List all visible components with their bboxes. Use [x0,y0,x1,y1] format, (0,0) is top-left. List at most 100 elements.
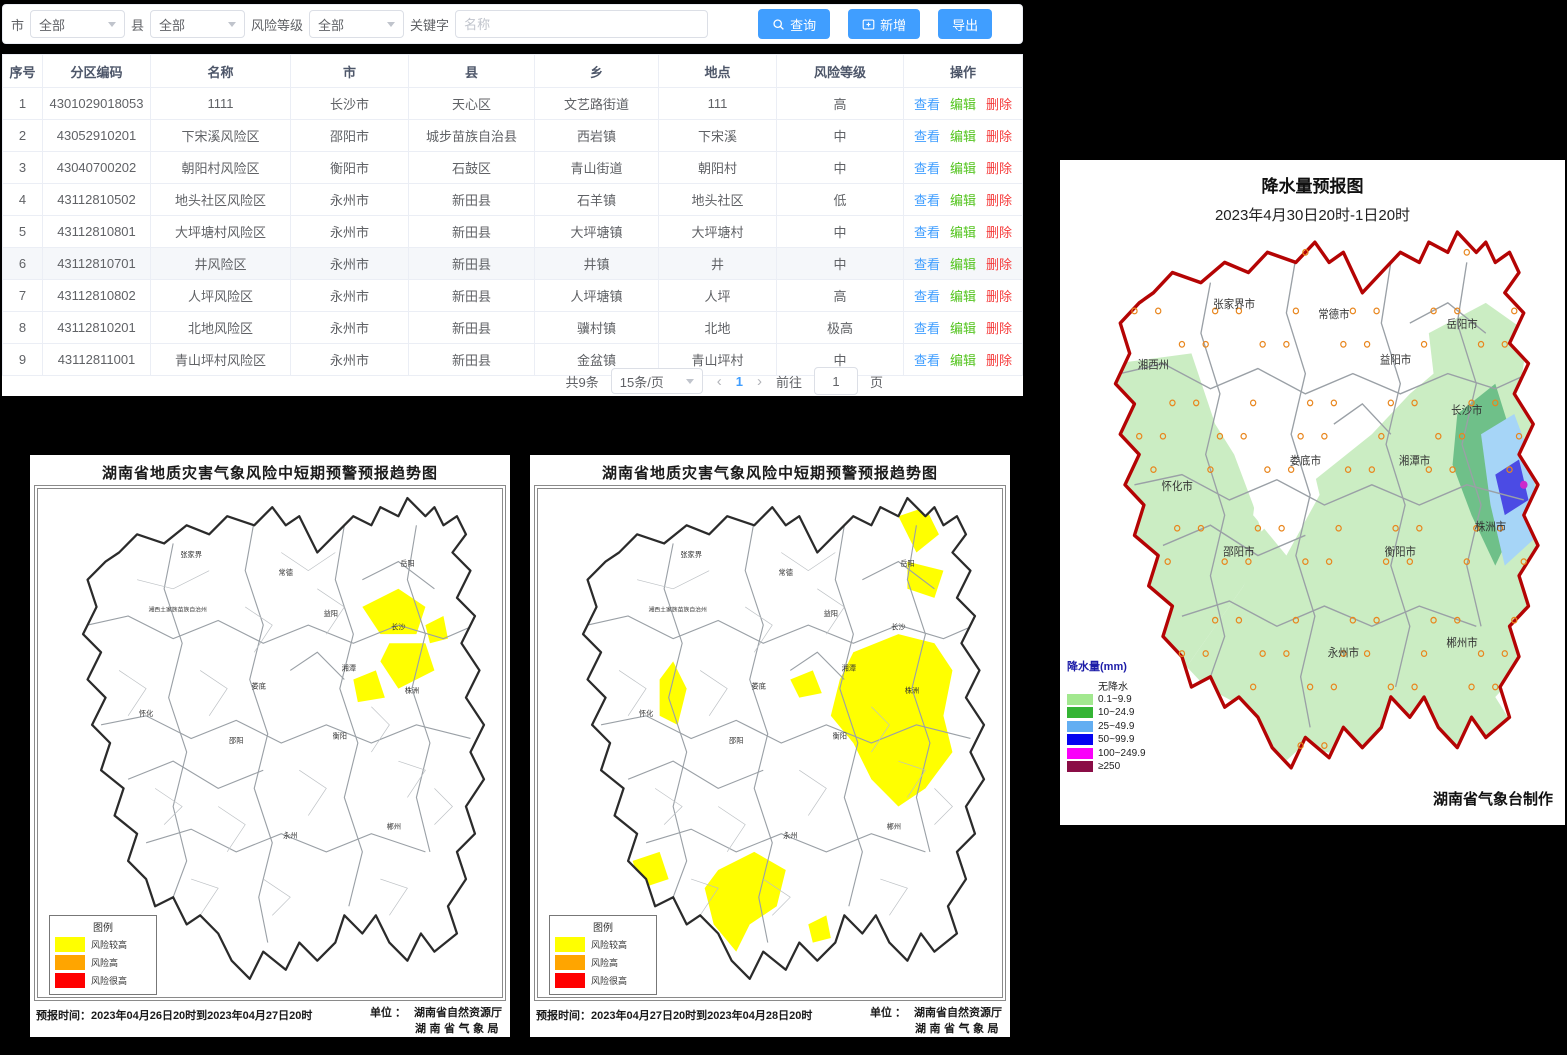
risk-level-select[interactable]: 全部 [309,10,404,38]
table-row[interactable]: 243052910201下宋溪风险区邵阳市城步苗族自治县西岩镇下宋溪中查看编辑删… [3,120,1023,152]
view-link[interactable]: 查看 [914,193,940,208]
cell-city: 长沙市 [291,88,409,120]
cell-seq: 8 [3,312,43,344]
edit-link[interactable]: 编辑 [950,129,976,144]
region-label: 株洲 [405,686,419,695]
rain-area-100-250 [1520,481,1528,489]
delete-link[interactable]: 删除 [986,289,1012,304]
next-page-button[interactable]: › [755,373,764,390]
table-row[interactable]: 443112810502地头社区风险区永州市新田县石羊镇地头社区低查看编辑删除 [3,184,1023,216]
cell-county: 新田县 [409,248,535,280]
view-link[interactable]: 查看 [914,225,940,240]
view-link[interactable]: 查看 [914,97,940,112]
view-link[interactable]: 查看 [914,129,940,144]
city-label: 湘潭市 [1399,454,1431,467]
region-label: 郴州 [887,822,901,831]
county-select[interactable]: 全部 [150,10,245,38]
table-header-row: 序号分区编码名称市县乡地点风险等级操作 [3,55,1023,88]
edit-link[interactable]: 编辑 [950,321,976,336]
cell-seq: 7 [3,280,43,312]
region-label: 岳阳 [900,559,914,568]
edit-link[interactable]: 编辑 [950,161,976,176]
view-link[interactable]: 查看 [914,289,940,304]
delete-link[interactable]: 删除 [986,161,1012,176]
goto-page-input[interactable] [814,367,858,395]
cell-code: 43112810701 [43,248,151,280]
city-select[interactable]: 全部 [30,10,125,38]
cell-county: 天心区 [409,88,535,120]
cell-name: 人坪风险区 [151,280,291,312]
region-label: 郴州 [387,822,401,831]
export-button[interactable]: 导出 [938,9,992,39]
current-page[interactable]: 1 [736,374,743,389]
cell-seq: 3 [3,152,43,184]
edit-link[interactable]: 编辑 [950,193,976,208]
legend-label: 风险较高 [91,938,127,951]
city-label: 长沙市 [1451,404,1483,417]
city-label: 衡阳市 [1385,545,1417,558]
column-header: 县 [409,55,535,88]
table-row[interactable]: 843112810201北地风险区永州市新田县骥村镇北地极高查看编辑删除 [3,312,1023,344]
view-link[interactable]: 查看 [914,161,940,176]
chevron-down-icon [387,22,395,27]
column-header: 名称 [151,55,291,88]
precip-map-title: 降水量预报图 [1060,172,1565,197]
cell-town: 青山街道 [535,152,659,184]
region-label: 永州 [283,831,297,840]
cell-risk: 高 [777,88,904,120]
table-row[interactable]: 143010290180531111长沙市天心区文艺路街道111高查看编辑删除 [3,88,1023,120]
city-label: 邵阳市 [1223,545,1255,558]
edit-link[interactable]: 编辑 [950,289,976,304]
edit-link[interactable]: 编辑 [950,225,976,240]
keyword-input[interactable] [455,10,708,38]
risk-level-select-value: 全部 [318,15,344,34]
cell-city: 永州市 [291,248,409,280]
page-unit-label: 页 [870,372,883,391]
cell-place: 下宋溪 [659,120,777,152]
city-label: 常德市 [1318,308,1350,321]
column-header: 市 [291,55,409,88]
cell-code: 43112810801 [43,216,151,248]
delete-link[interactable]: 删除 [986,97,1012,112]
legend-label: 风险较高 [591,938,627,951]
delete-link[interactable]: 删除 [986,129,1012,144]
unit-label: 单位 ： [370,1004,406,1034]
edit-link[interactable]: 编辑 [950,97,976,112]
precip-legend-title: 降水量(mm) [1067,658,1182,674]
cell-place: 人坪 [659,280,777,312]
region-label: 湘西土家族苗族自治州 [648,605,707,613]
delete-link[interactable]: 删除 [986,257,1012,272]
trend-map-card-2: 湖南省地质灾害气象风险中短期预警预报趋势图 湘西土家族苗族自治州张家界常德岳阳益… [530,455,1010,1037]
legend-swatch [555,955,585,970]
region-label: 岳阳 [400,559,414,568]
table-row[interactable]: 543112810801大坪塘村风险区永州市新田县大坪塘镇大坪塘村中查看编辑删除 [3,216,1023,248]
cell-place: 朝阳村 [659,152,777,184]
page-size-select[interactable]: 15条/页 [611,368,703,394]
delete-link[interactable]: 删除 [986,321,1012,336]
region-label: 永州 [783,831,797,840]
prev-page-button[interactable]: ‹ [715,373,724,390]
cell-town: 骥村镇 [535,312,659,344]
city-label: 永州市 [1328,646,1360,659]
table-row[interactable]: 343040700202朝阳村风险区衡阳市石鼓区青山街道朝阳村中查看编辑删除 [3,152,1023,184]
legend-item: 风险较高 [555,937,651,952]
cell-place: 井 [659,248,777,280]
table-row[interactable]: 643112810701井风险区永州市新田县井镇井中查看编辑删除 [3,248,1023,280]
view-link[interactable]: 查看 [914,321,940,336]
cell-place: 北地 [659,312,777,344]
region-label: 邵阳 [729,736,743,745]
cell-seq: 2 [3,120,43,152]
edit-link[interactable]: 编辑 [950,257,976,272]
delete-link[interactable]: 删除 [986,193,1012,208]
cell-city: 永州市 [291,184,409,216]
cell-risk: 中 [777,216,904,248]
add-button[interactable]: 新增 [848,9,920,39]
search-button[interactable]: 查询 [758,9,830,39]
view-link[interactable]: 查看 [914,257,940,272]
table-row[interactable]: 743112810802人坪风险区永州市新田县人坪塘镇人坪高查看编辑删除 [3,280,1023,312]
trend-legend: 图例 风险较高风险高风险很高 [49,915,157,995]
cell-risk: 中 [777,120,904,152]
precip-legend-item: 25~49.9 [1067,720,1182,734]
cell-place: 地头社区 [659,184,777,216]
delete-link[interactable]: 删除 [986,225,1012,240]
